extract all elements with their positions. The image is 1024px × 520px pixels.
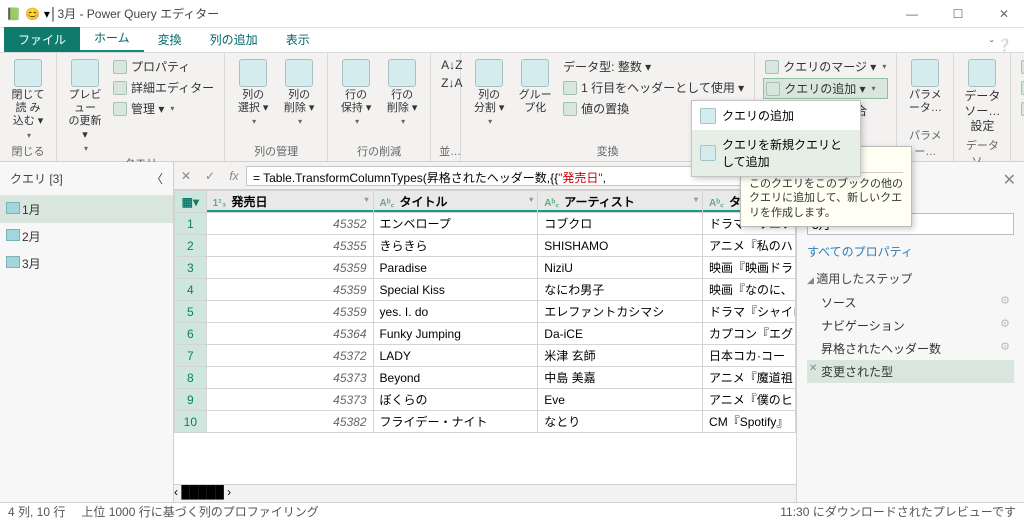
query-item-3月[interactable]: 3月: [0, 250, 173, 277]
queries-pane: クエリ [3] 〈 1月2月3月: [0, 162, 174, 502]
gear-icon[interactable]: ⚙: [1000, 317, 1010, 330]
horizontal-scrollbar[interactable]: ‹ █████ ›: [174, 484, 796, 502]
table-row[interactable]: 945373ぼくらのEveアニメ『僕のヒ: [175, 389, 796, 411]
advanced-editor-button[interactable]: 詳細エディター: [111, 78, 216, 97]
properties-button[interactable]: プロパティ: [111, 57, 216, 76]
table-row[interactable]: 745372LADY米津 玄師日本コカ·コー: [175, 345, 796, 367]
column-header-1[interactable]: Aᵇ꜀ タイトル▾: [373, 191, 538, 213]
enter-data-button[interactable]: データの入力: [1019, 99, 1024, 118]
tab-view[interactable]: 表示: [272, 27, 324, 52]
column-header-2[interactable]: Aᵇ꜀ アーティスト▾: [538, 191, 703, 213]
group-rows-label: 行の削減: [336, 143, 422, 159]
status-download-time: 11:30 にダウンロードされたプレビューです: [780, 503, 1016, 520]
tooltip-body: このクエリをこのブックの他のクエリに追加して、新しいクエリを作成します。: [749, 177, 903, 220]
excel-icon: 📗: [6, 7, 21, 21]
append-queries-item[interactable]: クエリの追加: [692, 101, 860, 130]
refresh-preview-button[interactable]: プレビュー の更新 ▾: [65, 57, 105, 155]
all-properties-link[interactable]: すべてのプロパティ: [807, 243, 1014, 260]
column-header-0[interactable]: 1²₃ 発売日▾: [206, 191, 373, 213]
sort-desc-button[interactable]: Z↓A: [439, 75, 452, 91]
table-row[interactable]: 445359Special Kissなにわ男子映画『なのに、: [175, 279, 796, 301]
append-queries-button[interactable]: クエリの追加 ▾: [763, 78, 888, 99]
append-new-icon: [700, 145, 716, 161]
cancel-formula-icon[interactable]: ✕: [174, 169, 198, 183]
table-row[interactable]: 1045382フライデー・ナイトなとりCM『Spotify』: [175, 411, 796, 433]
append-as-new-query-item[interactable]: クエリを新規クエリとして追加: [692, 130, 860, 176]
group-by-button[interactable]: グルー プ化: [515, 57, 555, 117]
status-dimensions: 4 列, 10 行: [8, 503, 65, 520]
parameters-button[interactable]: パラメータ…: [905, 57, 945, 117]
tab-file[interactable]: ファイル: [4, 27, 80, 52]
table-row[interactable]: 245355きらきらSHISHAMOアニメ『私のハ: [175, 235, 796, 257]
close-settings-icon[interactable]: ✕: [1003, 170, 1016, 190]
status-profiling: 上位 1000 行に基づく列のプロファイリング: [81, 503, 318, 520]
close-load-button[interactable]: 閉じて読 み込む ▾: [8, 57, 48, 142]
data-table[interactable]: ▦▾1²₃ 発売日▾Aᵇ꜀ タイトル▾Aᵇ꜀ アーティスト▾Aᵇ꜀ タイブ▾ 1…: [174, 190, 796, 433]
queries-header-label: クエリ [3]: [10, 170, 63, 187]
applied-step[interactable]: ナビゲーション⚙: [807, 314, 1014, 337]
commit-formula-icon[interactable]: ✓: [198, 169, 222, 183]
new-source-button[interactable]: 新しいソース ▾: [1019, 57, 1024, 76]
tab-home[interactable]: ホーム: [80, 25, 144, 52]
use-first-row-header-button[interactable]: 1 行目をヘッダーとして使用 ▾: [561, 78, 746, 97]
choose-columns-button[interactable]: 列の 選択 ▾: [233, 57, 273, 128]
help-icon[interactable]: ˇ ❔: [990, 38, 1012, 52]
tab-transform[interactable]: 変換: [144, 27, 196, 52]
append-queries-dropdown: クエリの追加 クエリを新規クエリとして追加: [691, 100, 861, 177]
applied-steps-heading: 適用したステップ: [807, 270, 1014, 287]
collapse-icon[interactable]: 〈: [151, 170, 163, 187]
query-item-2月[interactable]: 2月: [0, 223, 173, 250]
applied-step[interactable]: ソース⚙: [807, 291, 1014, 314]
group-columns-label: 列の管理: [233, 143, 319, 159]
group-close-label: 閉じる: [8, 143, 48, 159]
gear-icon[interactable]: ⚙: [1000, 340, 1010, 353]
manage-button[interactable]: 管理 ▾: [111, 99, 216, 118]
table-row[interactable]: 645364Funky JumpingDa-iCEカプコン『エグ: [175, 323, 796, 345]
applied-step[interactable]: 昇格されたヘッダー数⚙: [807, 337, 1014, 360]
group-sort-label: 並…: [439, 143, 452, 159]
table-row[interactable]: 145352エンベロープコブクロドラマ『リエゾン: [175, 213, 796, 235]
fx-icon[interactable]: fx: [222, 169, 246, 183]
remove-columns-button[interactable]: 列の 削除 ▾: [279, 57, 319, 128]
window-title: 3月 - Power Query エディター: [57, 5, 898, 22]
append-icon: [700, 108, 716, 124]
minimize-button[interactable]: —: [898, 7, 926, 21]
keep-rows-button[interactable]: 行の 保持 ▾: [336, 57, 376, 128]
tab-add-column[interactable]: 列の追加: [196, 27, 272, 52]
recent-sources-button[interactable]: 最近のソース ▾: [1019, 78, 1024, 97]
remove-rows-button[interactable]: 行の 削除 ▾: [382, 57, 422, 128]
gear-icon[interactable]: ⚙: [1000, 294, 1010, 307]
split-column-button[interactable]: 列の 分割 ▾: [469, 57, 509, 128]
table-row[interactable]: 545359yes. I. doエレファントカシマシドラマ『シャイロ: [175, 301, 796, 323]
query-item-1月[interactable]: 1月: [0, 196, 173, 223]
smiley-icon: 😊: [25, 7, 40, 21]
close-button[interactable]: ✕: [990, 7, 1018, 21]
merge-queries-button[interactable]: クエリのマージ ▾: [763, 57, 888, 76]
separator: ▾│: [44, 7, 58, 21]
datasource-settings-button[interactable]: データ ソー…設定: [962, 57, 1002, 137]
applied-step[interactable]: 変更された型: [807, 360, 1014, 383]
maximize-button[interactable]: ☐: [944, 7, 972, 21]
table-row[interactable]: 845373Beyond中島 美嘉アニメ『魔道祖: [175, 367, 796, 389]
select-all-corner[interactable]: ▦▾: [175, 191, 207, 213]
sort-asc-button[interactable]: A↓Z: [439, 57, 452, 73]
group-newquery-label: 新しいクエリ: [1019, 143, 1024, 159]
table-row[interactable]: 345359ParadiseNiziU映画『映画ドラ: [175, 257, 796, 279]
data-type-button[interactable]: データ型: 整数 ▾: [561, 57, 746, 76]
